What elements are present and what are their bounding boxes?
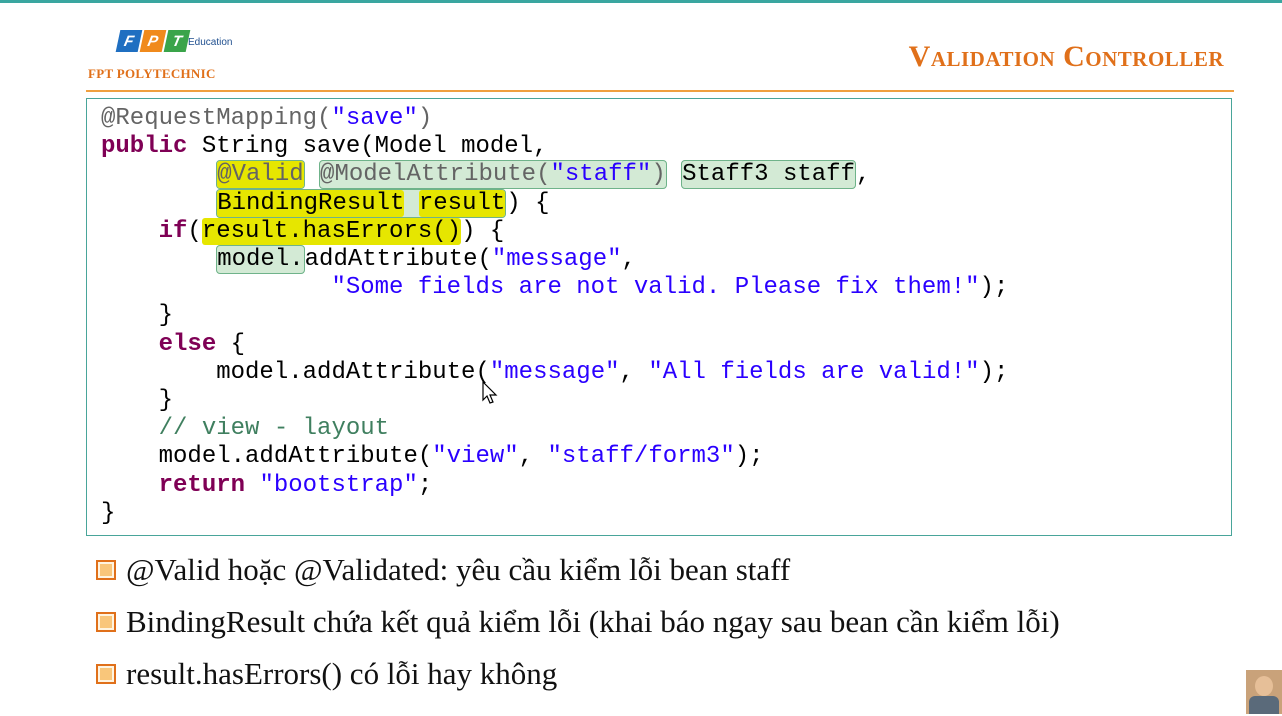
code-line-13: model.addAttribute("view", "staff/form3"…	[101, 443, 764, 470]
slide-title: Validation Controller	[908, 40, 1224, 73]
bullet-list: @Valid hoặc @Validated: yêu cầu kiểm lỗi…	[96, 544, 1060, 700]
code-text: {	[216, 330, 246, 358]
logo-tile-t: T	[163, 30, 191, 52]
avatar-body	[1249, 696, 1279, 714]
title-underline	[86, 90, 1234, 92]
code-text: ,	[619, 358, 649, 386]
logo-tile-f: F	[115, 30, 143, 52]
presenter-avatar	[1246, 670, 1282, 714]
avatar-head	[1255, 676, 1273, 696]
code-text: addAttribute(	[304, 246, 492, 274]
string-literal: "view"	[432, 443, 519, 471]
checkbox-bullet-icon	[96, 612, 116, 632]
string-literal: "All fields are valid!"	[648, 358, 980, 386]
fpt-logo: F P T Education FPT POLYTECHNIC	[88, 30, 258, 86]
annotation: )	[651, 161, 666, 189]
code-text: (	[187, 217, 202, 245]
logo-school-name: FPT POLYTECHNIC	[88, 66, 216, 81]
string-literal: "staff"	[550, 161, 652, 189]
annotation: @RequestMapping(	[101, 105, 332, 132]
code-line-12: // view - layout	[101, 415, 389, 442]
code-text: );	[734, 443, 764, 471]
model-attribute-highlight: @ModelAttribute("staff")	[319, 160, 667, 190]
checkbox-bullet-icon	[96, 664, 116, 684]
bullet-text: BindingResult chứa kết quả kiểm lỗi (kha…	[126, 604, 1060, 639]
string-literal: "message"	[489, 358, 620, 386]
code-text: ) {	[461, 217, 505, 245]
code-line-5: if(result.hasErrors()) {	[101, 217, 505, 245]
bullet-item: BindingResult chứa kết quả kiểm lỗi (kha…	[96, 596, 1060, 648]
code-line-8: }	[101, 302, 173, 329]
string-literal: "save"	[331, 105, 418, 132]
string-literal: "Some fields are not valid. Please fix t…	[331, 274, 980, 302]
bullet-item: result.hasErrors() có lỗi hay không	[96, 648, 1060, 700]
valid-annotation-highlight: @Valid	[216, 160, 305, 190]
mouse-cursor-icon	[482, 381, 498, 404]
code-text: model.addAttribute(	[216, 358, 490, 386]
code-text: ,	[855, 161, 871, 189]
model-highlight: model.	[216, 245, 305, 275]
code-comment: // view - layout	[158, 415, 390, 443]
bullet-text: result.hasErrors() có lỗi hay không	[126, 656, 558, 691]
code-line-7: "Some fields are not valid. Please fix t…	[101, 274, 1008, 301]
top-rule	[0, 0, 1282, 3]
code-line-11: }	[101, 387, 173, 414]
code-text: ,	[621, 246, 636, 274]
code-text: ) {	[506, 189, 550, 217]
code-line-9: else {	[101, 331, 245, 358]
code-line-10: model.addAttribute("message", "All field…	[101, 359, 1008, 386]
string-literal: "staff/form3"	[547, 443, 735, 471]
code-text: );	[979, 274, 1009, 302]
keyword: else	[158, 330, 217, 358]
valid-annotation: @Valid	[217, 161, 304, 189]
code-text: String save(Model model,	[187, 133, 548, 161]
checkbox-bullet-icon	[96, 560, 116, 580]
code-line-1: @RequestMapping("save")	[101, 105, 432, 132]
binding-result-highlight: BindingResult result	[216, 188, 507, 218]
code-line-14: return "bootstrap";	[101, 471, 433, 499]
keyword: return	[158, 471, 246, 499]
code-line-4: BindingResult result) {	[101, 188, 550, 218]
code-block: @RequestMapping("save") public String sa…	[86, 98, 1232, 536]
annotation: )	[417, 105, 433, 132]
has-errors-call: result.hasErrors()	[201, 217, 462, 245]
code-line-15: }	[101, 500, 115, 527]
code-text: @RequestMapping("save") public String sa…	[101, 105, 1008, 528]
code-line-3: @Valid @ModelAttribute("staff") Staff3 s…	[101, 160, 871, 190]
code-text: model.addAttribute(	[158, 443, 433, 471]
logo-education-text: Education	[188, 37, 233, 48]
binding-result-type: BindingResult	[217, 189, 405, 217]
code-text: }	[158, 302, 174, 330]
logo-tile-p: P	[139, 30, 167, 52]
code-text: ,	[518, 443, 548, 471]
string-literal: "bootstrap"	[259, 471, 418, 499]
result-param: result	[418, 189, 506, 217]
staff-param-highlight: Staff3 staff	[681, 160, 856, 190]
annotation: @ModelAttribute(	[320, 161, 551, 189]
code-text: );	[979, 358, 1009, 386]
code-line-2: public String save(Model model,	[101, 133, 547, 160]
bullet-text: @Valid hoặc @Validated: yêu cầu kiểm lỗi…	[126, 552, 791, 587]
keyword: public	[101, 133, 188, 161]
code-text: }	[101, 499, 116, 527]
code-line-6: model.addAttribute("message",	[101, 245, 636, 275]
code-text: }	[158, 387, 174, 415]
string-literal: "message"	[491, 246, 622, 274]
fpt-logo-tiles: F P T	[115, 30, 191, 52]
code-text: ;	[417, 471, 433, 499]
bullet-item: @Valid hoặc @Validated: yêu cầu kiểm lỗi…	[96, 544, 1060, 596]
keyword: if	[158, 217, 188, 245]
